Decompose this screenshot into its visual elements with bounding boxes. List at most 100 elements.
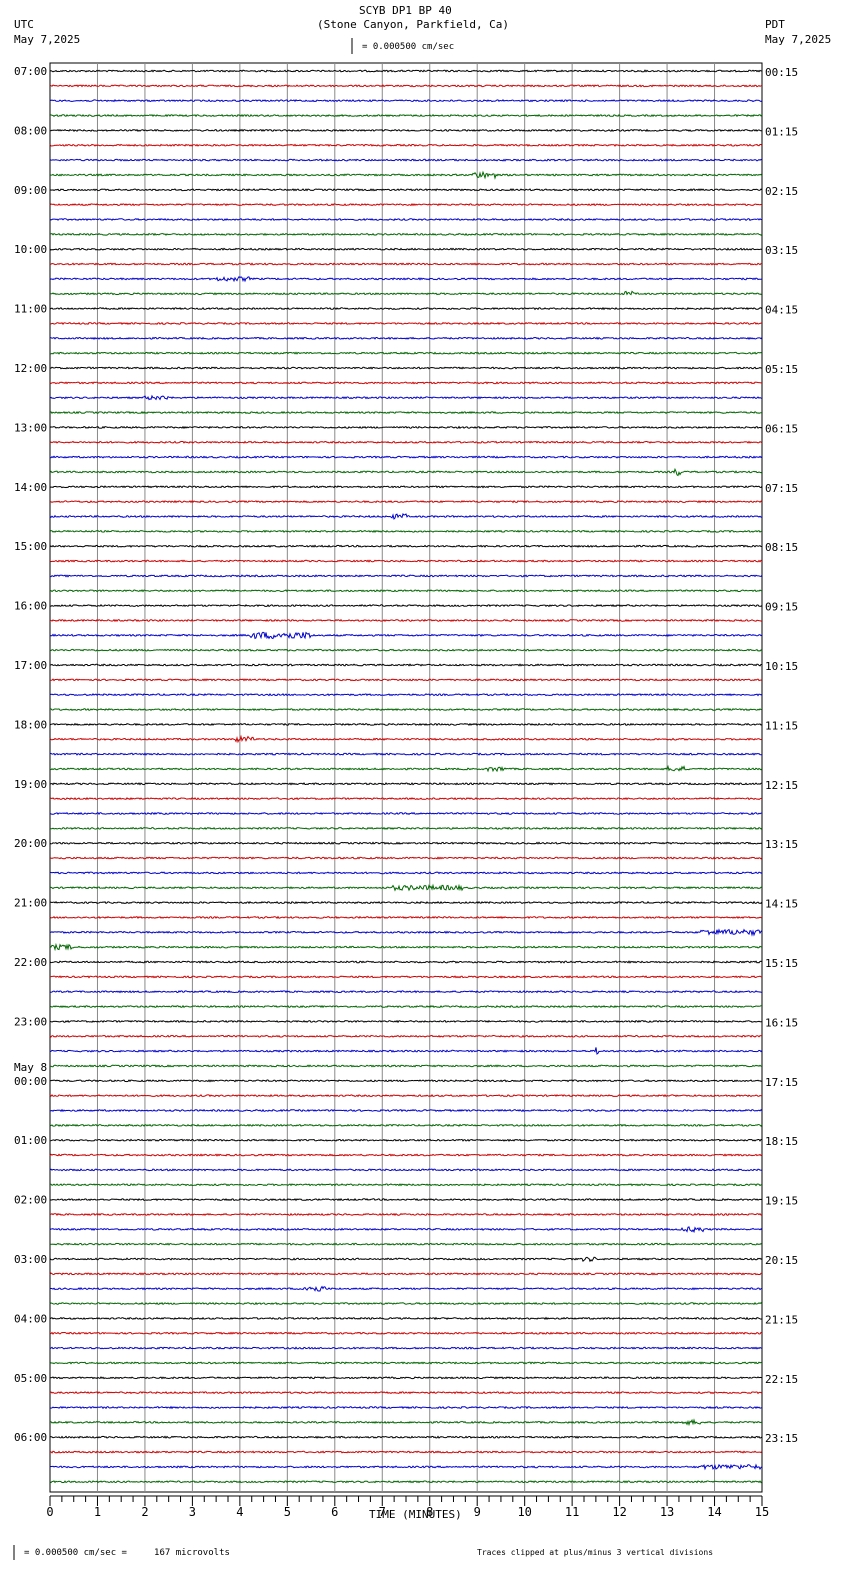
x-tick-label: 15 (755, 1505, 769, 1519)
trace-74 (49, 1168, 763, 1172)
trace-3 (49, 113, 763, 118)
trace-33 (49, 559, 763, 563)
date-change-label: May 8 (14, 1061, 47, 1074)
right-time-label: 12:15 (765, 779, 798, 792)
x-tick-label: 3 (189, 1505, 196, 1519)
right-time-label: 18:15 (765, 1135, 798, 1148)
right-time-label: 09:15 (765, 601, 798, 614)
trace-46 (49, 752, 763, 756)
trace-65 (49, 1034, 763, 1038)
trace-42 (49, 692, 763, 697)
x-tick-label: 4 (236, 1505, 243, 1519)
trace-54 (49, 871, 763, 875)
x-tick-label: 5 (284, 1505, 291, 1519)
right-time-label: 01:15 (765, 125, 798, 138)
trace-52 (49, 841, 763, 845)
left-time-label: 20:00 (14, 837, 47, 850)
trace-29 (49, 499, 763, 504)
left-time-label: 17:00 (14, 659, 47, 672)
x-tick-label: 2 (141, 1505, 148, 1519)
right-time-label: 22:15 (765, 1373, 798, 1386)
trace-20 (49, 366, 763, 370)
x-tick-label: 6 (331, 1505, 338, 1519)
trace-41 (50, 678, 763, 682)
trace-32 (49, 544, 762, 548)
left-time-label: 16:00 (14, 600, 47, 613)
left-time-label: 01:00 (14, 1134, 47, 1147)
trace-9 (49, 202, 763, 207)
right-time-label: 17:15 (765, 1076, 798, 1089)
trace-5 (49, 143, 763, 147)
trace-22 (49, 394, 763, 401)
left-time-label: 21:00 (14, 897, 47, 910)
left-time-label: 12:00 (14, 362, 47, 375)
seismogram-plot: 0 1 2 3 4 5 6 7 8 9 10 11 12 13 14 1507:0008:0009:0010:… (13, 38, 798, 1560)
trace-34 (50, 574, 763, 578)
trace-24 (49, 425, 763, 430)
left-time-label: 13:00 (14, 421, 47, 434)
trace-0 (49, 69, 763, 73)
trace-7 (49, 170, 763, 180)
trace-40 (49, 663, 763, 667)
left-time-label: 10:00 (14, 243, 47, 256)
trace-38 (49, 631, 763, 640)
trace-37 (49, 618, 763, 623)
trace-21 (49, 381, 762, 385)
trace-64 (49, 1019, 762, 1024)
left-time-label: 15:00 (14, 540, 47, 553)
plot-frame (49, 62, 763, 1493)
right-time-label: 03:15 (765, 244, 798, 257)
trace-67 (49, 1064, 763, 1068)
trace-10 (49, 217, 763, 222)
trace-84 (49, 1316, 763, 1321)
trace-79 (49, 1242, 763, 1246)
trace-94 (49, 1463, 763, 1471)
trace-66 (49, 1047, 763, 1055)
trace-45 (49, 734, 763, 744)
trace-89 (49, 1391, 763, 1395)
left-time-label: 14:00 (14, 481, 47, 494)
left-time-label: 22:00 (14, 956, 47, 969)
trace-12 (49, 247, 763, 251)
right-time-label: 21:15 (765, 1313, 798, 1326)
left-time-label: 06:00 (14, 1431, 47, 1444)
right-time-label: 02:15 (765, 185, 798, 198)
right-time-label: 04:15 (765, 304, 798, 317)
right-time-label: 06:15 (765, 422, 798, 435)
left-time-label: 08:00 (14, 124, 47, 137)
right-time-label: 19:15 (765, 1195, 798, 1208)
trace-61 (49, 975, 763, 979)
trace-91 (49, 1418, 763, 1427)
x-tick-label: 7 (379, 1505, 386, 1519)
trace-25 (49, 440, 763, 444)
trace-23 (49, 410, 763, 415)
trace-15 (50, 290, 763, 296)
trace-77 (49, 1212, 763, 1217)
trace-49 (49, 797, 763, 801)
trace-57 (49, 915, 763, 920)
trace-82 (49, 1285, 763, 1292)
right-time-label: 11:15 (765, 719, 798, 732)
trace-85 (49, 1331, 763, 1335)
trace-83 (49, 1301, 763, 1306)
left-time-label: 11:00 (14, 303, 47, 316)
trace-27 (49, 467, 763, 477)
trace-30 (49, 513, 763, 520)
trace-58 (49, 928, 763, 937)
trace-18 (49, 336, 763, 341)
trace-88 (50, 1376, 763, 1380)
trace-47 (49, 764, 763, 773)
left-time-label: 05:00 (14, 1372, 47, 1385)
left-time-label: 18:00 (14, 718, 47, 731)
trace-81 (49, 1272, 763, 1276)
x-tick-label: 11 (565, 1505, 579, 1519)
right-time-label: 20:15 (765, 1254, 798, 1267)
trace-36 (49, 604, 763, 608)
trace-69 (49, 1094, 763, 1098)
left-time-label: 00:00 (14, 1075, 47, 1088)
trace-35 (49, 589, 763, 593)
right-time-label: 05:15 (765, 363, 798, 376)
trace-2 (49, 99, 763, 103)
right-time-label: 13:15 (765, 838, 798, 851)
left-time-label: 23:00 (14, 1015, 47, 1028)
